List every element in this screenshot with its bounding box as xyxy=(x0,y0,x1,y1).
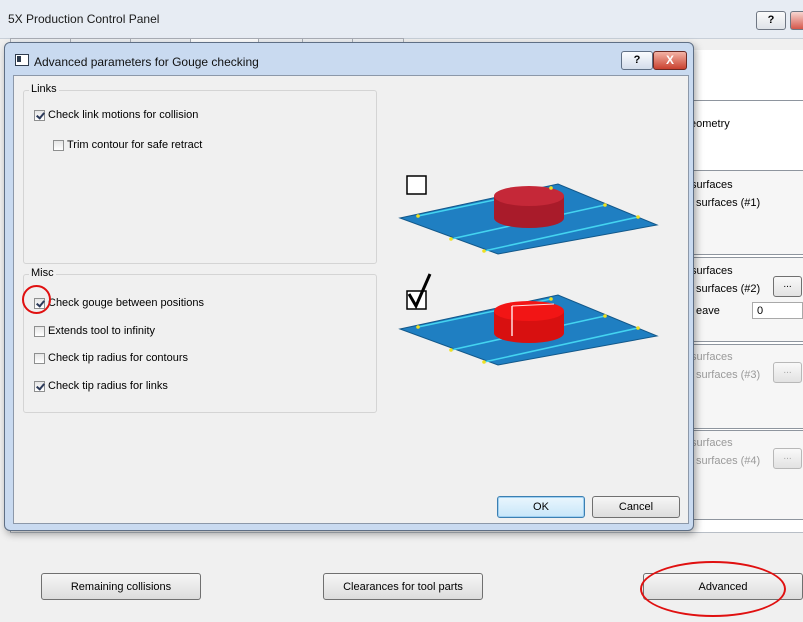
extends-tool-checkbox[interactable] xyxy=(34,325,45,337)
check-link-motions-row[interactable]: Check link motions for collision xyxy=(34,108,198,122)
links-group-label: Links xyxy=(29,83,59,95)
main-title-bar: 5X Production Control Panel ? xyxy=(0,0,803,39)
tip-radius-contours-label: Check tip radius for contours xyxy=(48,352,189,364)
surfaces-4-line2: surfaces (#4) xyxy=(696,455,761,467)
remaining-collisions-button[interactable]: Remaining collisions xyxy=(41,573,201,600)
check-link-motions-checkbox[interactable] xyxy=(34,109,45,121)
trim-contour-label: Trim contour for safe retract xyxy=(67,139,203,151)
surfaces-1-line2: surfaces (#1) xyxy=(696,197,761,209)
tip-radius-contours-checkbox[interactable] xyxy=(34,352,45,364)
dialog-close-button[interactable]: X xyxy=(653,51,687,70)
tip-radius-contours-row[interactable]: Check tip radius for contours xyxy=(34,351,188,365)
clearances-button[interactable]: Clearances for tool parts xyxy=(323,573,483,600)
check-gouge-row[interactable]: Check gouge between positions xyxy=(34,296,204,310)
ok-button[interactable]: OK xyxy=(497,496,585,518)
trim-contour-row[interactable]: Trim contour for safe retract xyxy=(53,138,202,152)
dialog-help-button[interactable]: ? xyxy=(621,51,653,70)
surfaces-3-line1: surfaces xyxy=(691,351,733,363)
geometry-label: eometry xyxy=(690,118,730,130)
checkmark-icon xyxy=(407,273,432,310)
unchecked-box-icon xyxy=(406,175,427,195)
dialog-title-bar: Advanced parameters for Gouge checking ?… xyxy=(5,43,693,75)
surfaces-4-browse-button[interactable]: ... xyxy=(773,448,802,469)
surfaces-3-browse-button[interactable]: ... xyxy=(773,362,802,383)
surfaces-2-line2: surfaces (#2) xyxy=(696,283,761,295)
leave-input[interactable]: 0 xyxy=(752,302,803,319)
main-help-button[interactable]: ? xyxy=(756,11,786,30)
check-gouge-highlight-ellipse xyxy=(22,285,51,314)
leave-label: eave xyxy=(696,305,720,317)
extends-tool-label: Extends tool to infinity xyxy=(48,325,156,337)
tip-radius-links-label: Check tip radius for links xyxy=(48,380,168,392)
surfaces-1-line1: surfaces xyxy=(691,179,733,191)
main-close-button[interactable] xyxy=(790,11,803,30)
misc-group-label: Misc xyxy=(29,267,56,279)
gouge-illustration xyxy=(398,175,659,366)
advanced-highlight-ellipse xyxy=(640,561,786,617)
cylinder-top xyxy=(494,186,564,206)
main-window-title: 5X Production Control Panel xyxy=(8,12,160,26)
cancel-button[interactable]: Cancel xyxy=(592,496,680,518)
dialog-title: Advanced parameters for Gouge checking xyxy=(34,55,259,69)
trim-contour-checkbox[interactable] xyxy=(53,139,64,151)
surfaces-2-browse-button[interactable]: ... xyxy=(773,276,802,297)
check-gouge-label: Check gouge between positions xyxy=(48,297,204,309)
surfaces-2-line1: surfaces xyxy=(691,265,733,277)
extends-tool-row[interactable]: Extends tool to infinity xyxy=(34,324,155,338)
check-link-motions-label: Check link motions for collision xyxy=(48,109,199,121)
surfaces-4-line1: surfaces xyxy=(691,437,733,449)
tip-radius-links-row[interactable]: Check tip radius for links xyxy=(34,379,168,393)
tip-radius-links-checkbox[interactable] xyxy=(34,380,45,392)
dialog-body: Links Check link motions for collision T… xyxy=(13,75,689,524)
gouge-dialog: Advanced parameters for Gouge checking ?… xyxy=(4,42,694,531)
surfaces-3-line2: surfaces (#3) xyxy=(696,369,761,381)
right-panel-divider xyxy=(690,100,803,101)
window-icon xyxy=(15,54,29,66)
